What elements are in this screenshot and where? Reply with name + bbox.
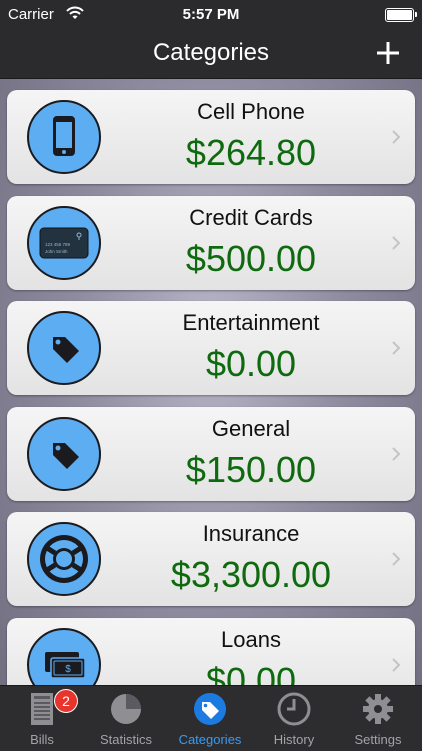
category-amount: $0.00 [205, 343, 297, 384]
category-card-loans[interactable]: $ Loans $0.00 [7, 618, 415, 685]
category-name: Entertainment [182, 310, 320, 335]
category-amount: $150.00 [185, 449, 317, 490]
category-icon-circle [27, 417, 101, 491]
chevron-right-icon [392, 552, 401, 566]
money-icon: $ [45, 652, 86, 679]
page-title: Categories [152, 39, 270, 66]
svg-text:$: $ [65, 664, 71, 675]
category-card-entertainment[interactable]: Entertainment $0.00 [7, 301, 415, 395]
category-name: Loans [221, 627, 281, 652]
category-amount: $264.80 [185, 132, 317, 173]
category-name: Credit Cards [189, 205, 313, 230]
category-icon-circle [27, 522, 101, 596]
add-category-button[interactable] [376, 41, 400, 65]
chevron-right-icon [392, 447, 401, 461]
card-holder-text: John Smith [45, 249, 68, 254]
category-icon-circle [27, 311, 101, 385]
category-amount: $0.00 [205, 660, 297, 685]
status-time: 5:57 PM [182, 6, 240, 23]
category-icon-circle [27, 100, 101, 174]
category-card-cell-phone[interactable]: Cell Phone $264.80 [7, 90, 415, 184]
tab-bills[interactable]: 2 Bills [0, 686, 84, 751]
tab-label: History [273, 732, 315, 747]
lifebuoy-icon [40, 535, 88, 583]
category-card-general[interactable]: General $150.00 [7, 407, 415, 501]
tab-categories[interactable]: Categories [168, 686, 252, 751]
card-number-text: 123 456 789 [45, 242, 71, 247]
tab-history[interactable]: History [252, 686, 336, 751]
navigation-bar: Categories [0, 30, 422, 79]
battery-icon [385, 8, 417, 22]
credit-card-icon: 123 456 789 John Smith [39, 227, 89, 259]
tag-icon [53, 443, 79, 469]
category-list[interactable]: Cell Phone $264.80 123 456 789 John Smit… [0, 79, 422, 685]
category-amount: $3,300.00 [170, 554, 332, 595]
status-bar: Carrier 5:57 PM [0, 0, 422, 30]
tab-label: Categories [178, 732, 242, 747]
chevron-right-icon [392, 658, 401, 672]
category-card-credit-cards[interactable]: 123 456 789 John Smith Credit Cards $500… [7, 196, 415, 290]
tab-label: Settings [354, 732, 402, 747]
chevron-right-icon [392, 236, 401, 250]
category-name: General [211, 416, 291, 441]
category-icon-circle: 123 456 789 John Smith [27, 206, 101, 280]
tab-settings[interactable]: Settings [336, 686, 420, 751]
tab-statistics[interactable]: Statistics [84, 686, 168, 751]
tab-bar: 2 Bills Statistics Categories History Se… [0, 685, 422, 751]
gear-icon [363, 694, 393, 724]
bills-badge: 2 [54, 689, 78, 713]
category-card-insurance[interactable]: Insurance $3,300.00 [7, 512, 415, 606]
clock-icon [277, 692, 311, 726]
tag-icon [194, 693, 226, 725]
category-name: Cell Phone [197, 99, 305, 124]
category-icon-circle: $ [27, 628, 101, 685]
chevron-right-icon [392, 341, 401, 355]
tab-label: Statistics [99, 732, 152, 747]
tag-icon [53, 337, 79, 363]
chevron-right-icon [392, 130, 401, 144]
pie-chart-icon [111, 694, 141, 724]
tab-label: Bills [30, 732, 54, 747]
category-name: Insurance [202, 521, 300, 546]
phone-icon [53, 116, 75, 156]
category-amount: $500.00 [185, 238, 317, 279]
